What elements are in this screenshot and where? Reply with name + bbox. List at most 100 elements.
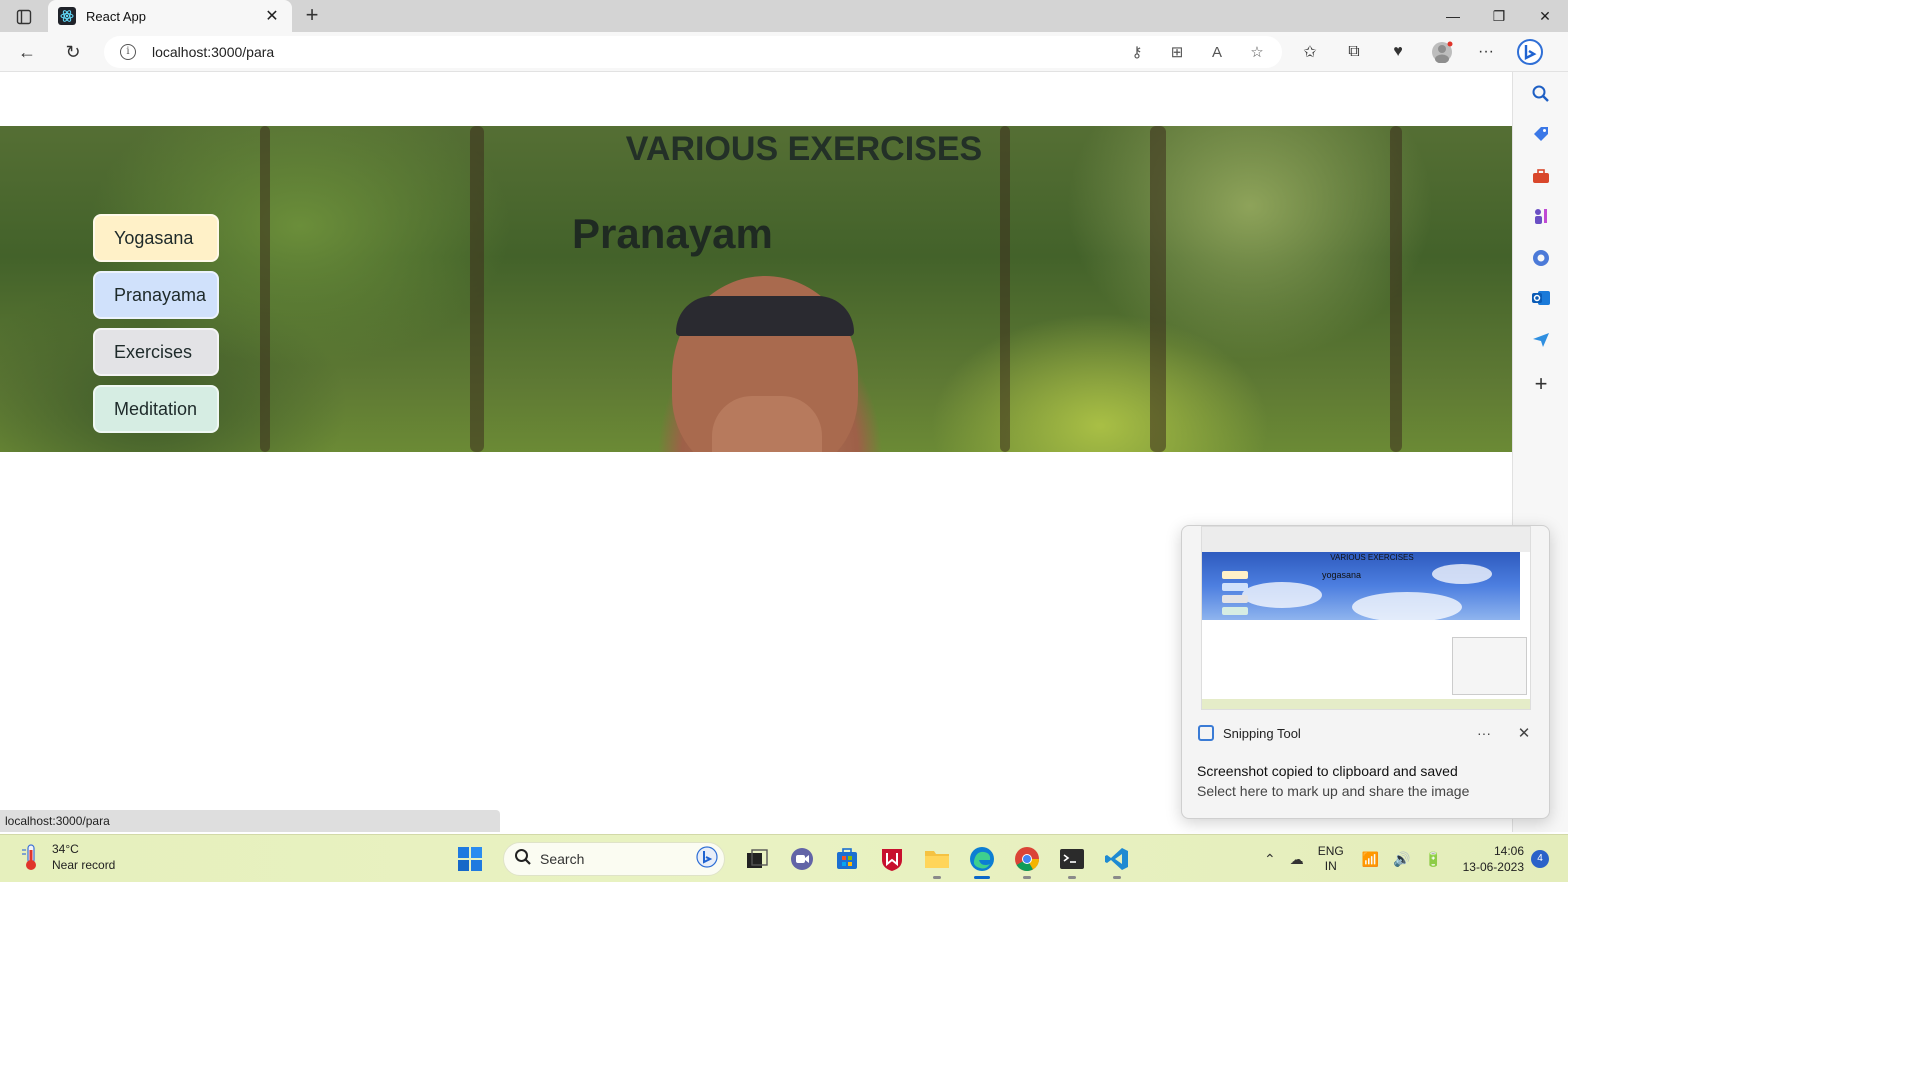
notification-message: Screenshot copied to clipboard and saved <box>1197 763 1458 779</box>
favorites-icon[interactable]: ✩ <box>1296 38 1324 66</box>
refresh-icon[interactable]: ↻ <box>60 40 86 64</box>
thumbnail-taskbar <box>1202 699 1530 709</box>
bing-search-icon[interactable] <box>696 845 718 873</box>
page-title: VARIOUS EXERCISES <box>625 130 983 168</box>
thumbnail-hero <box>1202 552 1520 622</box>
thumbnail-browser-bar <box>1202 527 1530 552</box>
hero-banner: VARIOUS EXERCISES Pranayam Yogasana Pran… <box>0 126 1512 452</box>
thumbnail-button <box>1222 607 1248 615</box>
minimize-icon[interactable]: — <box>1430 0 1476 32</box>
thumbnail-title: VARIOUS EXERCISES <box>1330 553 1414 562</box>
status-bar-url: localhost:3000/para <box>0 810 500 832</box>
vscode-icon[interactable] <box>1099 841 1135 879</box>
app-available-icon[interactable]: ⊞ <box>1166 42 1188 62</box>
browser-titlebar: React App ✕ + — ❐ ✕ <box>0 0 1568 32</box>
edge-browser-icon[interactable] <box>964 841 1000 879</box>
favorite-star-icon[interactable]: ☆ <box>1246 42 1268 62</box>
weather-temperature: 34°C <box>52 842 79 856</box>
onedrive-cloud-icon[interactable]: ☁ <box>1290 851 1304 868</box>
tree-trunk-decoration <box>1150 126 1166 452</box>
notification-more-icon[interactable]: ··· <box>1470 725 1498 741</box>
close-window-icon[interactable]: ✕ <box>1522 0 1568 32</box>
restore-icon[interactable]: ❐ <box>1476 0 1522 32</box>
thumbnail-button <box>1222 571 1248 579</box>
region-code: IN <box>1324 859 1337 873</box>
back-icon[interactable]: ← <box>14 40 40 64</box>
key-icon[interactable]: ⚷ <box>1126 42 1148 62</box>
taskbar-apps: Search <box>452 841 1144 879</box>
tree-trunk-decoration <box>1000 126 1010 452</box>
screenshot-thumbnail[interactable]: VARIOUS EXERCISES yogasana <box>1201 526 1531 710</box>
task-view-icon[interactable] <box>739 841 775 877</box>
yogasana-button[interactable]: Yogasana <box>93 214 219 262</box>
bing-copilot-icon[interactable] <box>1516 38 1544 66</box>
site-info-icon[interactable]: i <box>120 44 136 60</box>
tree-trunk-decoration <box>260 126 270 452</box>
chrome-icon[interactable] <box>1009 841 1045 879</box>
tree-trunk-decoration <box>1390 126 1402 452</box>
taskbar-search-box[interactable]: Search <box>503 842 725 876</box>
games-icon[interactable] <box>1531 206 1551 226</box>
read-aloud-icon[interactable]: A <box>1206 42 1228 62</box>
tab-actions-icon[interactable] <box>10 6 38 28</box>
microsoft-store-icon[interactable] <box>829 841 865 877</box>
search-icon <box>514 848 532 871</box>
system-tray: ⌃ ☁ ENG IN 📶 🔊 🔋 <box>1264 841 1456 877</box>
file-explorer-icon[interactable] <box>919 841 955 879</box>
clock-time: 14:06 <box>1493 844 1524 858</box>
thumbnail-button <box>1222 595 1248 603</box>
collections-icon[interactable]: ⧉ <box>1340 38 1368 66</box>
wifi-icon[interactable]: 📶 <box>1362 851 1379 868</box>
browser-toolbar: ← ↻ i localhost:3000/para ⚷ ⊞ A ☆ ✩ ⧉ ♥ … <box>0 32 1568 72</box>
react-logo-icon <box>58 7 76 25</box>
headband-image <box>676 296 854 336</box>
exercises-button[interactable]: Exercises <box>93 328 219 376</box>
search-placeholder: Search <box>540 851 585 867</box>
start-windows-icon[interactable] <box>452 841 488 877</box>
profile-avatar-icon[interactable] <box>1428 38 1456 66</box>
search-icon[interactable] <box>1531 84 1551 104</box>
add-sidebar-app-icon[interactable]: + <box>1531 373 1551 395</box>
language-code: ENG <box>1317 844 1344 858</box>
browser-essentials-icon[interactable]: ♥ <box>1384 38 1412 66</box>
notification-close-icon[interactable]: ✕ <box>1510 724 1538 742</box>
notification-count-badge[interactable]: 4 <box>1531 850 1549 868</box>
meditation-button[interactable]: Meditation <box>93 385 219 433</box>
terminal-icon[interactable] <box>1054 841 1090 879</box>
battery-icon[interactable]: 🔋 <box>1425 851 1442 868</box>
hand-image <box>712 396 822 452</box>
snipping-tool-notification[interactable]: VARIOUS EXERCISES yogasana Snipping Tool… <box>1181 525 1550 819</box>
language-indicator[interactable]: ENG IN <box>1318 844 1344 874</box>
section-heading: Pranayam <box>572 210 773 257</box>
tab-title: React App <box>86 8 146 24</box>
thumbnail-nested-preview <box>1452 637 1527 695</box>
clock[interactable]: 14:06 13-06-2023 <box>1458 843 1524 875</box>
thumbnail-button <box>1222 583 1248 591</box>
address-url: localhost:3000/para <box>152 44 275 60</box>
weather-description: Near record <box>52 858 116 872</box>
new-tab-icon[interactable]: + <box>300 4 324 28</box>
weather-widget[interactable]: 34°C Near record <box>20 841 115 873</box>
address-bar[interactable]: i localhost:3000/para ⚷ ⊞ A ☆ <box>104 36 1282 68</box>
thermometer-icon <box>20 842 42 872</box>
show-hidden-icons-icon[interactable]: ⌃ <box>1264 851 1276 868</box>
thumbnail-subtitle: yogasana <box>1322 570 1362 580</box>
pranayama-button[interactable]: Pranayama <box>93 271 219 319</box>
teams-chat-icon[interactable] <box>784 841 820 877</box>
shopping-tag-icon[interactable] <box>1531 124 1551 144</box>
clock-date: 13-06-2023 <box>1462 860 1524 874</box>
tab-close-icon[interactable]: ✕ <box>262 6 282 26</box>
more-menu-icon[interactable]: ··· <box>1472 38 1500 66</box>
outlook-icon[interactable] <box>1531 288 1551 308</box>
notification-sub-message: Select here to mark up and share the ima… <box>1197 783 1470 799</box>
window-controls: — ❐ ✕ <box>1430 0 1568 32</box>
browser-tab-active[interactable]: React App ✕ <box>48 0 292 32</box>
snipping-tool-icon <box>1198 725 1214 741</box>
send-drop-icon[interactable] <box>1531 330 1551 350</box>
notification-app-name: Snipping Tool <box>1223 725 1301 741</box>
tools-toolbox-icon[interactable] <box>1531 166 1551 186</box>
volume-icon[interactable]: 🔊 <box>1393 851 1410 868</box>
microsoft-365-icon[interactable] <box>1531 248 1551 268</box>
windows-taskbar: 34°C Near record Search ⌃ ☁ ENG IN 📶 🔊 🔋… <box>0 834 1568 882</box>
mcafee-icon[interactable] <box>874 841 910 877</box>
